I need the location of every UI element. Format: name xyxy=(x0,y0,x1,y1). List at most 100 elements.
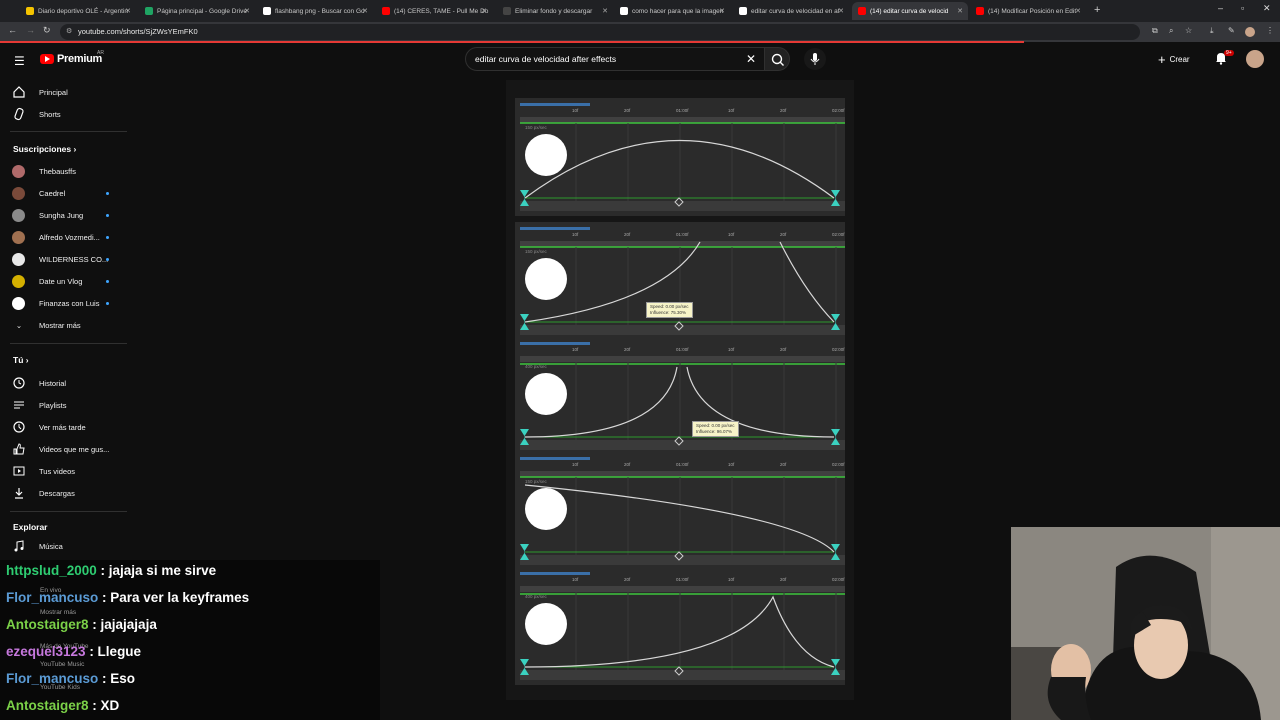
hamburger-menu-icon[interactable]: ☰ xyxy=(14,54,25,68)
channel-avatar xyxy=(12,186,25,200)
subscriptions-heading[interactable]: Suscripciones › xyxy=(13,144,76,154)
chat-username: Flor_mancuso xyxy=(6,671,99,686)
browser-tab[interactable]: Página principal - Google Drive ✕ xyxy=(139,2,255,20)
show-more-button[interactable]: ⌄ Mostrar más xyxy=(12,316,81,334)
search-query: editar curva de velocidad after effects xyxy=(475,54,617,64)
bookmark-star-icon[interactable]: ☆ xyxy=(1185,26,1192,35)
chevron-right-icon: › xyxy=(73,144,77,154)
account-avatar[interactable] xyxy=(1246,50,1264,68)
timeline-tick-label: 20f xyxy=(780,462,787,467)
forward-icon[interactable]: → xyxy=(26,25,35,35)
browser-tab[interactable]: Diario deportivo OLÉ - Argentin ✕ xyxy=(20,2,136,20)
close-tab-icon[interactable]: ✕ xyxy=(957,7,963,15)
streamer-webcam-image xyxy=(1011,527,1280,720)
voice-search-button[interactable] xyxy=(804,48,826,70)
chat-message: httpslud_2000 : jajaja si me sirve xyxy=(6,563,216,578)
tab-favicon-icon xyxy=(145,7,153,15)
downloads-icon[interactable]: ⤓ xyxy=(1210,26,1214,36)
browser-tab[interactable]: como hacer para que la imagen ✕ xyxy=(614,2,730,20)
tab-favicon-icon xyxy=(503,7,511,15)
speed-graph xyxy=(515,337,845,455)
music-icon xyxy=(12,539,26,553)
zoom-icon[interactable]: ⌕ xyxy=(1169,26,1173,36)
timeline-tick-label: 02:00f xyxy=(832,108,845,113)
sidebar-item-label: Música xyxy=(39,541,63,551)
minimize-icon[interactable]: – xyxy=(1218,3,1223,13)
profile-avatar[interactable] xyxy=(1245,27,1255,37)
subscription-item[interactable]: Alfredo Vozmedi... xyxy=(12,228,100,246)
tab-title: (14) editar curva de velocid xyxy=(870,7,949,15)
browser-tab[interactable]: flashbang png - Buscar con Go ✕ xyxy=(257,2,373,20)
sidebar-item[interactable]: Principal xyxy=(12,83,68,101)
browser-tab[interactable]: (14) Modificar Posición en Edit ✕ xyxy=(970,2,1086,20)
youtube-logo[interactable]: Premium AR xyxy=(40,50,104,65)
timeline-tick-label: 10f xyxy=(572,577,579,582)
sidebar-item[interactable]: Música xyxy=(12,537,63,555)
new-tab-button[interactable]: + xyxy=(1094,4,1100,16)
back-icon[interactable]: ← xyxy=(8,25,17,35)
sidebar-item[interactable]: Shorts xyxy=(12,105,61,123)
close-tab-icon[interactable]: ✕ xyxy=(1075,7,1081,15)
create-button[interactable]: + Crear xyxy=(1158,49,1190,69)
chat-message: Flor_mancuso : Para ver la keyframes xyxy=(6,590,249,605)
timeline-tick-label: 20f xyxy=(780,577,787,582)
channel-avatar xyxy=(12,274,25,288)
close-tab-icon[interactable]: ✕ xyxy=(719,7,725,15)
subscription-item[interactable]: Caedrel xyxy=(12,184,65,202)
timeline-tick-label: 02:00f xyxy=(832,232,845,237)
extensions-icon[interactable]: ✎ xyxy=(1228,26,1235,35)
timeline-tick-label: 01:00f xyxy=(676,462,689,467)
close-tab-icon[interactable]: ✕ xyxy=(481,7,487,15)
sidebar-item[interactable]: Tus videos xyxy=(12,462,75,480)
close-tab-icon[interactable]: ✕ xyxy=(602,7,608,15)
tab-favicon-icon xyxy=(858,7,866,15)
subscription-item[interactable]: Thebausffs xyxy=(12,162,76,180)
chat-text: : XD xyxy=(88,698,120,713)
subscription-item[interactable]: Sungha Jung xyxy=(12,206,83,224)
browser-tab[interactable]: (14) editar curva de velocid ✕ xyxy=(852,2,968,20)
maximize-icon[interactable]: ▫ xyxy=(1241,3,1244,13)
notification-badge: 9+ xyxy=(1224,50,1234,56)
sidebar-item-label: Historial xyxy=(39,378,67,388)
browser-tab[interactable]: Eliminar fondo y descargar ✕ xyxy=(497,2,613,20)
close-tab-icon[interactable]: ✕ xyxy=(244,7,250,15)
you-heading[interactable]: Tú › xyxy=(13,355,29,365)
sidebar-item[interactable]: Videos que me gus... xyxy=(12,440,109,458)
sidebar-item[interactable]: Ver más tarde xyxy=(12,418,86,436)
timeline-tick-label: 10f xyxy=(728,108,735,113)
close-tab-icon[interactable]: ✕ xyxy=(125,7,131,15)
search-button[interactable] xyxy=(764,47,790,71)
webcam-overlay xyxy=(1011,527,1280,720)
sidebar-item[interactable]: Playlists xyxy=(12,396,67,414)
browser-tab[interactable]: (14) CERES, TAME - Pull Me Do ✕ xyxy=(376,2,492,20)
new-content-dot xyxy=(106,236,109,239)
plus-icon: + xyxy=(1158,51,1166,67)
url-field[interactable]: ⚙ youtube.com/shorts/SjZWsYEmFK0 xyxy=(60,24,1140,40)
sidebar-item-label: Tus videos xyxy=(39,466,75,476)
timeline-tick-label: 10f xyxy=(572,108,579,113)
close-window-icon[interactable]: ✕ xyxy=(1263,3,1271,14)
site-info-icon[interactable]: ⚙ xyxy=(66,27,72,35)
tab-title: Eliminar fondo y descargar xyxy=(515,7,593,15)
timeline-tick-label: 10f xyxy=(728,232,735,237)
menu-icon[interactable]: ⋮ xyxy=(1266,26,1274,35)
sidebar-item[interactable]: Historial xyxy=(12,374,66,392)
chevron-down-icon: ⌄ xyxy=(15,320,23,330)
speed-axis-label: 150 px/sec xyxy=(525,249,547,254)
reload-icon[interactable]: ↻ xyxy=(43,25,51,36)
browser-tab[interactable]: editar curva de velocidad en af ✕ xyxy=(733,2,849,20)
sidebar-item[interactable]: Descargas xyxy=(12,484,75,502)
region-label: AR xyxy=(97,50,104,56)
subscription-item[interactable]: Date un Vlog xyxy=(12,272,82,290)
clear-search-icon[interactable]: ✕ xyxy=(746,52,756,66)
speed-graph xyxy=(515,222,845,340)
close-tab-icon[interactable]: ✕ xyxy=(362,7,368,15)
subscription-item[interactable]: WILDERNESS CO... xyxy=(12,250,108,268)
channel-name: Caedrel xyxy=(39,188,66,198)
channel-name: Finanzas con Luis xyxy=(39,298,100,308)
search-input[interactable]: editar curva de velocidad after effects … xyxy=(465,47,765,71)
install-icon[interactable]: ⧉ xyxy=(1152,26,1158,36)
close-tab-icon[interactable]: ✕ xyxy=(838,7,844,15)
subscription-item[interactable]: Finanzas con Luis xyxy=(12,294,99,312)
timeline-tick-label: 01:00f xyxy=(676,108,689,113)
